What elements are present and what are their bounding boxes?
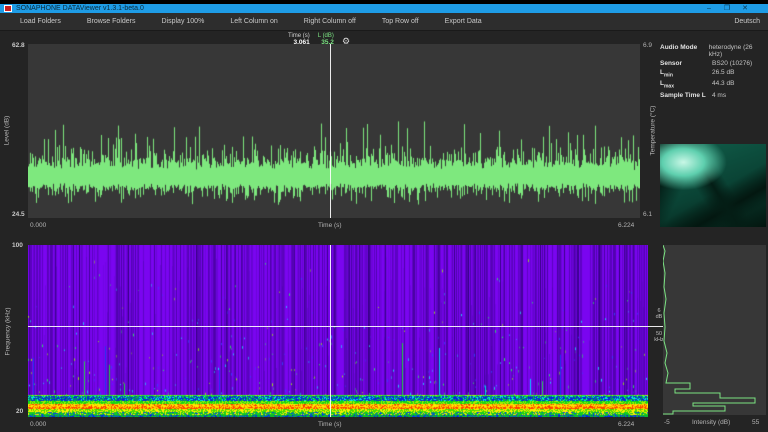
info-label: Sample Time L (660, 92, 712, 99)
hist-xmin-tick: -5 (664, 419, 670, 426)
toolbar-button-left-column-on[interactable]: Left Column on (224, 15, 283, 28)
info-value: 4 ms (712, 92, 726, 99)
toolbar-button-top-row-off[interactable]: Top Row off (376, 15, 425, 28)
toolbar-button-export-data[interactable]: Export Data (439, 15, 488, 28)
info-row: Lmax44.3 dB (660, 80, 764, 89)
toolbar-button-load-folders[interactable]: Load Folders (14, 15, 67, 28)
minimize-button[interactable]: – (702, 4, 716, 13)
hist-xlabel: Intensity (dB) (692, 419, 730, 426)
spectrogram-cursor-hline[interactable] (28, 326, 648, 327)
info-label: Sensor (660, 60, 712, 67)
sensor-photo (660, 144, 766, 227)
temp-top-tick: 6.9 (643, 42, 652, 49)
toolbar: Load Folders Browse Folders Display 100% Le… (0, 13, 768, 31)
info-row: Sample Time L4 ms (660, 92, 764, 99)
spectrogram-image (28, 245, 648, 417)
spec-xlabel: Time (s) (318, 421, 342, 428)
language-button[interactable]: Deutsch (734, 13, 760, 31)
level-ymax-tick: 62.8 (12, 42, 25, 49)
info-row: SensorBS20 (10276) (660, 60, 764, 67)
info-value: 26.5 dB (712, 69, 734, 78)
spectrogram-cursor-vline[interactable] (330, 245, 331, 417)
level-ymin-tick: 24.5 (12, 211, 25, 218)
app-window: SONAPHONE DATAViewer v1.3.1-beta.0 – ❐ ✕… (0, 0, 768, 432)
spec-ymax-tick: 100 (12, 242, 23, 249)
toolbar-button-display-100-[interactable]: Display 100% (156, 15, 211, 28)
level-ylabel: Level (dB) (3, 116, 10, 146)
info-label: Audio Mode (660, 44, 709, 58)
toolbar-button-right-column-off[interactable]: Right Column off (298, 15, 362, 28)
window-title: SONAPHONE DATAViewer v1.3.1-beta.0 (16, 4, 144, 13)
app-icon (4, 5, 12, 12)
level-chart[interactable] (28, 44, 640, 218)
level-xmax-tick: 6.224 (618, 222, 634, 229)
level-cursor-line[interactable] (330, 44, 331, 218)
spec-ylabel: Frequency (kHz) (5, 307, 12, 355)
window-titlebar: SONAPHONE DATAViewer v1.3.1-beta.0 – ❐ ✕ (0, 0, 768, 13)
hist-xmax-tick: 55 (752, 419, 759, 426)
info-row: Audio Modeheterodyne (26 kHz) (660, 44, 764, 58)
intensity-histogram (663, 245, 766, 415)
spectrogram-chart[interactable] (28, 245, 648, 417)
info-row: Lmin26.5 dB (660, 69, 764, 78)
toolbar-button-browse-folders[interactable]: Browse Folders (81, 15, 142, 28)
measurement-info-panel: Audio Modeheterodyne (26 kHz) SensorBS20 … (660, 44, 764, 101)
intensity-histogram-panel[interactable] (663, 245, 766, 415)
spec-xmax-tick: 6.224 (618, 421, 634, 428)
info-value: BS20 (10276) (712, 60, 752, 67)
close-button[interactable]: ✕ (738, 4, 752, 13)
info-label: Lmax (660, 80, 712, 89)
spec-xmin-tick: 0.000 (30, 421, 46, 428)
level-xlabel: Time (s) (318, 222, 342, 229)
temp-axis-label: Temperature (°C) (649, 106, 656, 156)
level-waveform (28, 44, 640, 218)
cursor-hline-extension (648, 326, 663, 327)
temp-bottom-tick: 6.1 (643, 211, 652, 218)
info-value: 44.3 dB (712, 80, 734, 89)
info-label: Lmin (660, 69, 712, 78)
info-value: heterodyne (26 kHz) (709, 44, 764, 58)
level-xmin-tick: 0.000 (30, 222, 46, 229)
maximize-button[interactable]: ❐ (720, 4, 734, 13)
spec-ymin-tick: 20 (16, 408, 23, 415)
